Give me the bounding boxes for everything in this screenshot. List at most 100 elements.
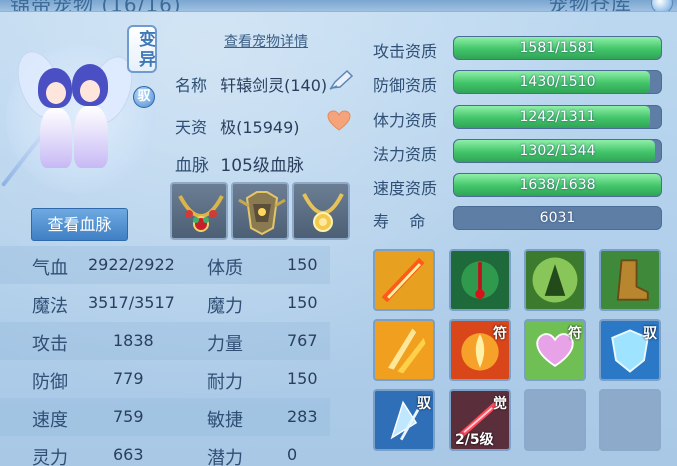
stat-value-secondary: 150: [287, 255, 318, 274]
stat-label-secondary: 力量: [207, 334, 243, 355]
skill-slot[interactable]: 符: [524, 319, 586, 381]
stats-row: 防御 779 耐力 150: [0, 360, 330, 398]
aptitude-value: 6031: [539, 210, 576, 226]
skill-tag: 驭: [643, 326, 657, 342]
pet-body-left: [40, 108, 72, 168]
empty-skill-slot[interactable]: [524, 389, 586, 451]
aptitude-label: 法力资质: [373, 145, 438, 164]
stat-label: 魔法: [32, 296, 68, 317]
aptitude-value: 1638/1638: [519, 177, 596, 193]
pet-face-left: [46, 82, 66, 104]
aptitude-value: 1242/1311: [519, 109, 596, 125]
header-strip: 锦带宠物 (16/16) 宠物仓库: [0, 0, 677, 12]
necklace-icon: [178, 195, 224, 232]
skill-tag: 符: [493, 326, 507, 342]
stat-label-secondary: 敏捷: [207, 410, 243, 431]
header-left-title: 锦带宠物 (16/16): [10, 0, 182, 12]
equipment-slot-necklace[interactable]: [170, 182, 228, 240]
stat-label-secondary: 潜力: [207, 448, 243, 466]
equipment-slot-armor[interactable]: [231, 182, 289, 240]
empty-skill-slot[interactable]: [599, 389, 661, 451]
aptitude-label: 攻击资质: [373, 42, 438, 61]
view-bloodline-button[interactable]: 查看血脉: [31, 208, 128, 241]
empty-slot-icon: [601, 391, 659, 449]
stat-value: 3517/3517: [88, 293, 175, 312]
aptitude-bar: 1638/1638: [453, 173, 662, 197]
stat-label: 攻击: [32, 334, 68, 355]
aptitude-label: 体力资质: [373, 111, 438, 130]
bloodline-label: 血脉: [175, 156, 209, 176]
bloodline-value: 105级血脉: [220, 156, 304, 176]
warrior-skill-icon: [526, 251, 584, 309]
stats-row: 气血 2922/2922 体质 150: [0, 246, 330, 284]
stat-value-secondary: 0: [287, 445, 298, 464]
stats-row: 魔法 3517/3517 魔力 150: [0, 284, 330, 322]
aptitude-value: 1581/1581: [519, 40, 596, 56]
aptitude-label: 防御资质: [373, 76, 438, 95]
skill-slot[interactable]: 驭: [599, 319, 661, 381]
blood-drop-skill-icon: [451, 251, 509, 309]
talent-value: 极(15949): [220, 118, 300, 137]
skill-slot[interactable]: [524, 249, 586, 311]
header-right-title[interactable]: 宠物仓库: [548, 0, 632, 11]
skill-tag: 觉: [493, 396, 507, 412]
edit-icon[interactable]: [327, 68, 355, 92]
skill-tag: 符: [568, 326, 582, 342]
aptitude-bar: 1242/1311: [453, 105, 662, 129]
stat-value-secondary: 150: [287, 293, 318, 312]
aptitude-value: 1302/1344: [519, 143, 596, 159]
aptitude-label: 速度资质: [373, 179, 438, 198]
pet-name-row: 名称 轩辕剑灵(140): [175, 72, 327, 96]
stat-value: 779: [113, 369, 144, 388]
pendant-icon: [302, 193, 344, 232]
skill-level: 2/5级: [455, 432, 494, 448]
golden-blades-skill-icon: [375, 321, 433, 379]
pet-talent-row: 天资 极(15949): [175, 114, 300, 138]
stat-label: 速度: [32, 410, 68, 431]
gem-icon: [651, 0, 673, 11]
empty-slot-icon: [526, 391, 584, 449]
heart-icon[interactable]: [327, 110, 351, 132]
pet-bloodline-row: 血脉 105级血脉: [175, 151, 304, 176]
talent-label: 天资: [175, 118, 208, 137]
view-pet-details-link[interactable]: 查看宠物详情: [224, 31, 308, 51]
stat-value-secondary: 150: [287, 369, 318, 388]
flame-sword-skill-icon: [375, 251, 433, 309]
aptitude-bar: 6031: [453, 206, 662, 230]
name-label: 名称: [175, 76, 208, 95]
stat-value: 1838: [113, 331, 154, 350]
stat-label: 灵力: [32, 448, 68, 466]
stat-label-secondary: 体质: [207, 258, 243, 279]
aptitude-bar: 1581/1581: [453, 36, 662, 60]
stat-value: 759: [113, 407, 144, 426]
skill-slot[interactable]: [449, 249, 511, 311]
aptitude-bar: 1430/1510: [453, 70, 662, 94]
skill-slot[interactable]: [599, 249, 661, 311]
skill-slot[interactable]: [373, 249, 435, 311]
name-value: 轩辕剑灵(140): [220, 76, 328, 95]
aptitude-bar: 1302/1344: [453, 139, 662, 163]
equipment-slot-pendant[interactable]: [292, 182, 350, 240]
stat-label: 气血: [32, 258, 68, 279]
boot-skill-icon: [601, 251, 659, 309]
pet-face-right: [80, 80, 100, 102]
stat-value-secondary: 767: [287, 331, 318, 350]
skill-slot[interactable]: 驭: [373, 389, 435, 451]
stats-row: 速度 759 敏捷 283: [0, 398, 330, 436]
stats-row: 攻击 1838 力量 767: [0, 322, 330, 360]
mutation-badge: 变异: [127, 25, 157, 73]
stat-label: 防御: [32, 372, 68, 393]
stat-label-secondary: 魔力: [207, 296, 243, 317]
armor-icon: [238, 191, 286, 236]
stat-label-secondary: 耐力: [207, 372, 243, 393]
aptitude-label: 寿 命: [373, 212, 426, 231]
pet-body-right: [74, 106, 108, 168]
skill-slot[interactable]: 符: [449, 319, 511, 381]
stat-value: 663: [113, 445, 144, 464]
skill-slot[interactable]: [373, 319, 435, 381]
skill-slot[interactable]: 觉 2/5级: [449, 389, 511, 451]
skill-tag: 驭: [417, 396, 431, 412]
yu-badge-icon: 驭: [133, 86, 155, 108]
stat-value: 2922/2922: [88, 255, 175, 274]
stat-value-secondary: 283: [287, 407, 318, 426]
